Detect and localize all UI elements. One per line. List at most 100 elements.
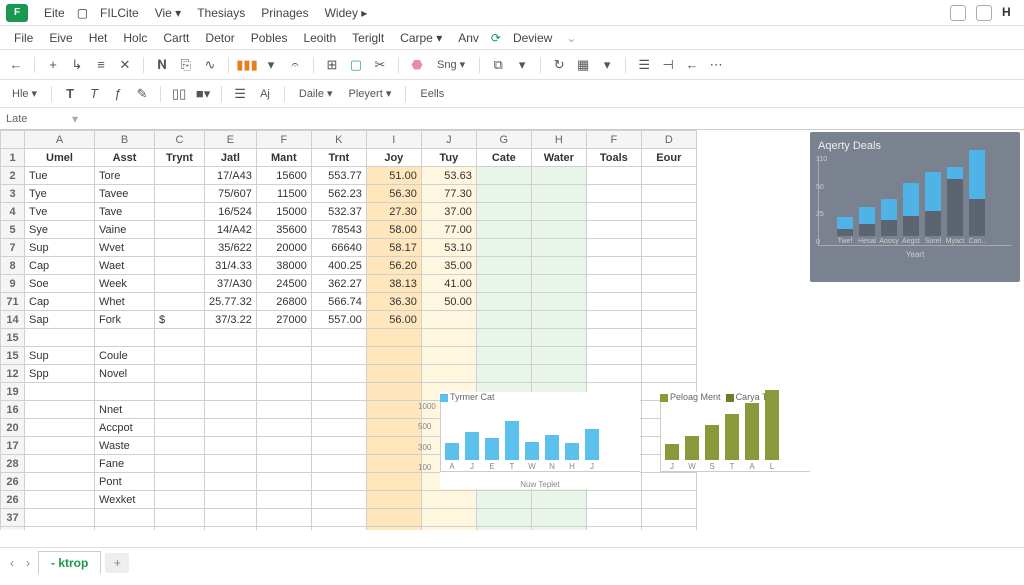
col-header[interactable]: E	[205, 131, 257, 149]
spark-icon[interactable]: ∿	[200, 55, 220, 75]
menu-vie[interactable]: Vie ▾	[147, 4, 189, 22]
col-header[interactable]: A	[25, 131, 95, 149]
tab-next-icon[interactable]: ›	[22, 554, 34, 572]
tag-icon[interactable]: ⬣	[407, 55, 427, 75]
sng-dropdown[interactable]: Sng ▾	[431, 56, 471, 73]
app-icon[interactable]: F	[6, 4, 28, 22]
col-header[interactable]: F	[256, 131, 311, 149]
menu-filcite[interactable]: FILCite	[92, 4, 147, 22]
sort-icon[interactable]: 𝄐	[285, 55, 305, 75]
col-header[interactable]: J	[421, 131, 476, 149]
strike-btn[interactable]: ƒ	[108, 84, 128, 104]
eells-label[interactable]: Eells	[414, 86, 450, 102]
table-row[interactable]: 3TyeTavee75/60711500562.2356.3077.30	[1, 185, 697, 203]
tab-prev-icon[interactable]: ‹	[6, 554, 18, 572]
ellipsis-icon[interactable]: ⋯	[706, 55, 726, 75]
sheet-tabs: ‹ › - ktrop +	[0, 547, 1024, 577]
table-row[interactable]: 7SupWvet35/622200006664058.1753.10	[1, 239, 697, 257]
menu-anv[interactable]: Anv	[450, 29, 487, 47]
table-row[interactable]: 26Wexket	[1, 491, 697, 509]
menu-prinages[interactable]: Prinages	[253, 4, 316, 22]
mini-chart-blue[interactable]: Tyrmer Cat 1000500300100 AJETWNHJ Nuw Te…	[440, 392, 640, 489]
layer-dd-icon[interactable]: ▾	[512, 55, 532, 75]
indent-icon[interactable]: ⊣	[658, 55, 678, 75]
pleyert-dropdown[interactable]: Pleyert ▾	[343, 85, 398, 102]
table-icon[interactable]: ⊞	[322, 55, 342, 75]
dropdown-icon[interactable]: ⌄	[560, 31, 582, 45]
formula-input[interactable]	[84, 111, 1018, 127]
col-header[interactable]: D	[641, 131, 696, 149]
col-header[interactable]: C	[155, 131, 205, 149]
add-sheet-button[interactable]: +	[105, 553, 129, 573]
chevron-down-icon[interactable]: ▾	[72, 112, 78, 126]
table-row[interactable]: 25	[1, 527, 697, 531]
grid-icon[interactable]: ▦	[573, 55, 593, 75]
mini-chart-olive[interactable]: Peloag Ment Carya Ting JWSTAL	[660, 392, 810, 472]
table-row[interactable]: 15SupCoule	[1, 347, 697, 365]
settings-icon[interactable]	[976, 5, 992, 21]
table-row[interactable]: 14SapFork$37/3.2227000557.0056.00	[1, 311, 697, 329]
menu-carpe[interactable]: Carpe ▾	[392, 29, 450, 47]
chart-icon[interactable]: ▮▮▮	[237, 55, 257, 75]
daile-dropdown[interactable]: Daile ▾	[293, 85, 339, 102]
sheet-tab-ktrop[interactable]: - ktrop	[38, 551, 101, 574]
close-icon[interactable]: ✕	[115, 55, 135, 75]
mobile-icon[interactable]	[950, 5, 966, 21]
table-row[interactable]: 9SoeWeek37/A3024500362.2738.1341.00	[1, 275, 697, 293]
col-header[interactable]: F	[586, 131, 641, 149]
table-row[interactable]: 71CapWhet25.77.3226800566.7436.3050.00	[1, 293, 697, 311]
col-header[interactable]: H	[531, 131, 586, 149]
table-row[interactable]: 15	[1, 329, 697, 347]
table-row[interactable]: 5SyeVaine14/A42356007854358.0077.00	[1, 221, 697, 239]
copy-icon[interactable]: ⎘	[176, 55, 196, 75]
outdent-icon[interactable]: ←	[682, 55, 702, 75]
cell-reference[interactable]: Late	[6, 113, 66, 125]
hle-dropdown[interactable]: Hle ▾	[6, 85, 43, 102]
box-icon[interactable]: ▢	[346, 55, 366, 75]
table-row[interactable]: 2TueTore17/A4315600553.7751.0053.63	[1, 167, 697, 185]
menu-deview[interactable]: Deview	[505, 29, 560, 47]
more-icon[interactable]: H	[1002, 5, 1018, 21]
col-header[interactable]: G	[476, 131, 531, 149]
bold-btn[interactable]: T	[60, 84, 80, 104]
italic-btn[interactable]: T	[84, 84, 104, 104]
border-icon[interactable]: ▯▯	[169, 84, 189, 104]
menu-pobles[interactable]: Pobles	[243, 29, 296, 47]
refresh-icon[interactable]: ⟳	[487, 31, 505, 45]
col-header[interactable]: I	[366, 131, 421, 149]
plus-icon[interactable]: +	[43, 55, 63, 75]
col-header[interactable]: B	[95, 131, 155, 149]
menu-het[interactable]: Het	[81, 29, 116, 47]
bold-icon[interactable]: 𝐍	[152, 55, 172, 75]
cut-icon[interactable]: ✂	[370, 55, 390, 75]
menu-holc[interactable]: Holc	[115, 29, 155, 47]
align-left-icon[interactable]: ☰	[230, 84, 250, 104]
pen-icon[interactable]: ✎	[132, 84, 152, 104]
menu-teriglt[interactable]: Teriglt	[344, 29, 392, 47]
align-icon[interactable]: ≡	[91, 55, 111, 75]
menu-eive[interactable]: Eive	[41, 29, 80, 47]
layer-icon[interactable]: ⧉	[488, 55, 508, 75]
col-header[interactable]: K	[311, 131, 366, 149]
table-row[interactable]: 8CapWaet31/4.3338000400.2556.2035.00	[1, 257, 697, 275]
back-icon[interactable]: ←	[6, 55, 26, 75]
menu-eite[interactable]: Eite	[36, 4, 73, 22]
loop-icon[interactable]: ↻	[549, 55, 569, 75]
menu-thesiays[interactable]: Thesiays	[189, 4, 253, 22]
filter-icon[interactable]: ☰	[634, 55, 654, 75]
table-row[interactable]: 12SppNovel	[1, 365, 697, 383]
menu-widey[interactable]: Widey ▸	[317, 4, 376, 22]
percent-icon[interactable]: ▾	[597, 55, 617, 75]
fill-icon[interactable]: ■▾	[193, 84, 213, 104]
menu-leoith[interactable]: Leoith	[295, 29, 344, 47]
menu-cartt[interactable]: Cartt	[155, 29, 197, 47]
menu-file[interactable]: File	[6, 29, 41, 47]
arrow-icon[interactable]: ↳	[67, 55, 87, 75]
chart-dd-icon[interactable]: ▾	[261, 55, 281, 75]
table-row[interactable]: 37	[1, 509, 697, 527]
menu-detor[interactable]: Detor	[197, 29, 242, 47]
aj-label[interactable]: Aj	[254, 86, 276, 102]
column-header-row[interactable]: A B C E F K I J G H F D	[1, 131, 697, 149]
chart-panel-aqerty[interactable]: Aqerty Deals 110 50 25 0 TwefHesalAoosyA…	[810, 132, 1020, 282]
table-row[interactable]: 4TveTave16/52415000532.3727.3037.00	[1, 203, 697, 221]
